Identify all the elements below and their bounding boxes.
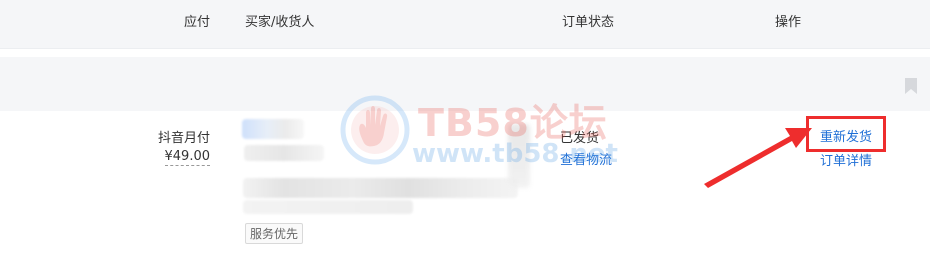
- order-detail-link[interactable]: 订单详情: [820, 150, 872, 169]
- service-priority-tag: 服务优先: [245, 223, 304, 244]
- header-payable: 应付: [184, 15, 211, 30]
- buyer-avatar-blurred: [242, 119, 304, 139]
- receiver-phone-blurred: [243, 200, 413, 214]
- receiver-address-blurred: [243, 178, 518, 198]
- bookmark-icon[interactable]: [903, 77, 919, 99]
- payment-amount: ¥49.00: [164, 149, 210, 166]
- header-order-status: 订单状态: [562, 15, 615, 30]
- view-logistics-link[interactable]: 查看物流: [560, 149, 612, 168]
- redeliver-button[interactable]: 重新发货: [820, 126, 872, 145]
- order-info-bar: [0, 57, 930, 111]
- order-status: 已发货: [560, 131, 600, 146]
- buyer-extra-blurred: [508, 124, 530, 188]
- header-actions: 操作: [775, 15, 802, 30]
- buyer-name-blurred: [244, 145, 324, 161]
- header-buyer-receiver: 买家/收货人: [245, 15, 315, 30]
- table-header: 应付 买家/收货人 订单状态 操作: [0, 0, 930, 49]
- payment-method: 抖音月付: [157, 131, 210, 146]
